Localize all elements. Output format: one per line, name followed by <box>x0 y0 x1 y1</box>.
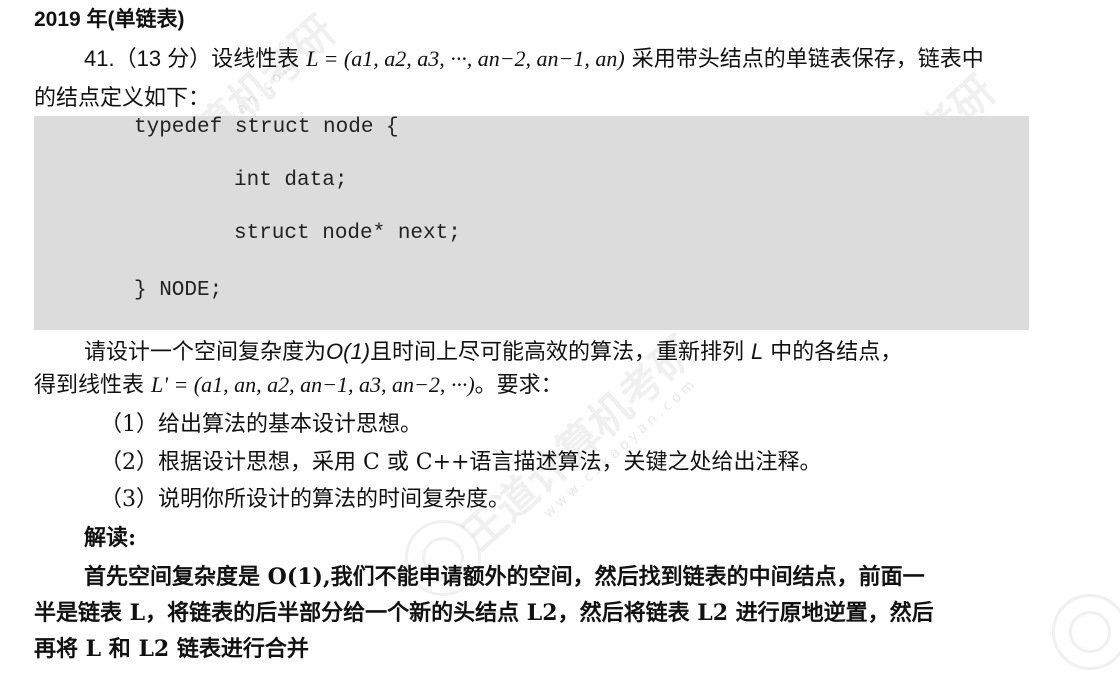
question-score: （13 分） <box>114 46 212 71</box>
requirement-item: （1）给出算法的基本设计思想。 <box>100 412 422 437</box>
task-line-2: 得到线性表 L' = (a1, an, a2, an−1, a3, an−2, … <box>34 370 563 401</box>
target-list: L' = (a1, an, a2, an−1, a3, an−2, ···) <box>151 372 475 397</box>
complexity: O(1) <box>326 339 371 364</box>
answer-label: 解读: <box>84 525 137 551</box>
watermark-seal-icon <box>1052 594 1120 670</box>
code-line-2: int data; <box>234 169 348 192</box>
task-line2-suffix: 。要求： <box>474 373 563 398</box>
list-definition: L = (a1, a2, a3, ···, an−2, an−1, an) <box>306 46 625 71</box>
section-heading: 2019 年(单链表) <box>34 8 185 31</box>
answer-line-1: 首先空间复杂度是 O(1),我们不能申请额外的空间，然后找到链表的中间结点，前面… <box>84 564 925 590</box>
answer-line-3: 再将 L 和 L2 链表进行合并 <box>34 636 309 662</box>
code-line-1: typedef struct node { <box>134 116 399 139</box>
task-suffix: 中的各结点， <box>770 340 903 365</box>
question-line-2: 的结点定义如下： <box>34 86 211 111</box>
requirement-item: （2）根据设计思想，采用 C 或 C++语言描述算法，关键之处给出注释。 <box>100 450 822 475</box>
code-line-3: struct node* next; <box>234 222 461 245</box>
question-number: 41. <box>84 46 115 71</box>
requirement-item: （3）说明你所设计的算法的时间复杂度。 <box>100 487 510 512</box>
answer-line-2: 半是链表 L，将链表的后半部分给一个新的头结点 L2，然后将链表 L2 进行原地… <box>34 600 934 626</box>
task-line-1: 请设计一个空间复杂度为O(1)且时间上尽可能高效的算法，重新排列 L 中的各结点… <box>84 337 902 368</box>
task-line2-prefix: 得到线性表 <box>34 373 145 398</box>
question-line-1: 41.（13 分）设线性表 L = (a1, a2, a3, ···, an−2… <box>84 44 984 75</box>
task-prefix: 请设计一个空间复杂度为 <box>84 340 327 365</box>
question-tail: 采用带头结点的单链表保存，链表中 <box>631 47 984 72</box>
code-line-4: } NODE; <box>134 279 223 302</box>
task-mid: 且时间上尽可能高效的算法，重新排列 <box>370 340 745 365</box>
list-name: L <box>751 339 764 364</box>
question-intro: 设线性表 <box>211 47 300 72</box>
code-block: typedef struct node { int data; struct n… <box>34 116 1029 330</box>
